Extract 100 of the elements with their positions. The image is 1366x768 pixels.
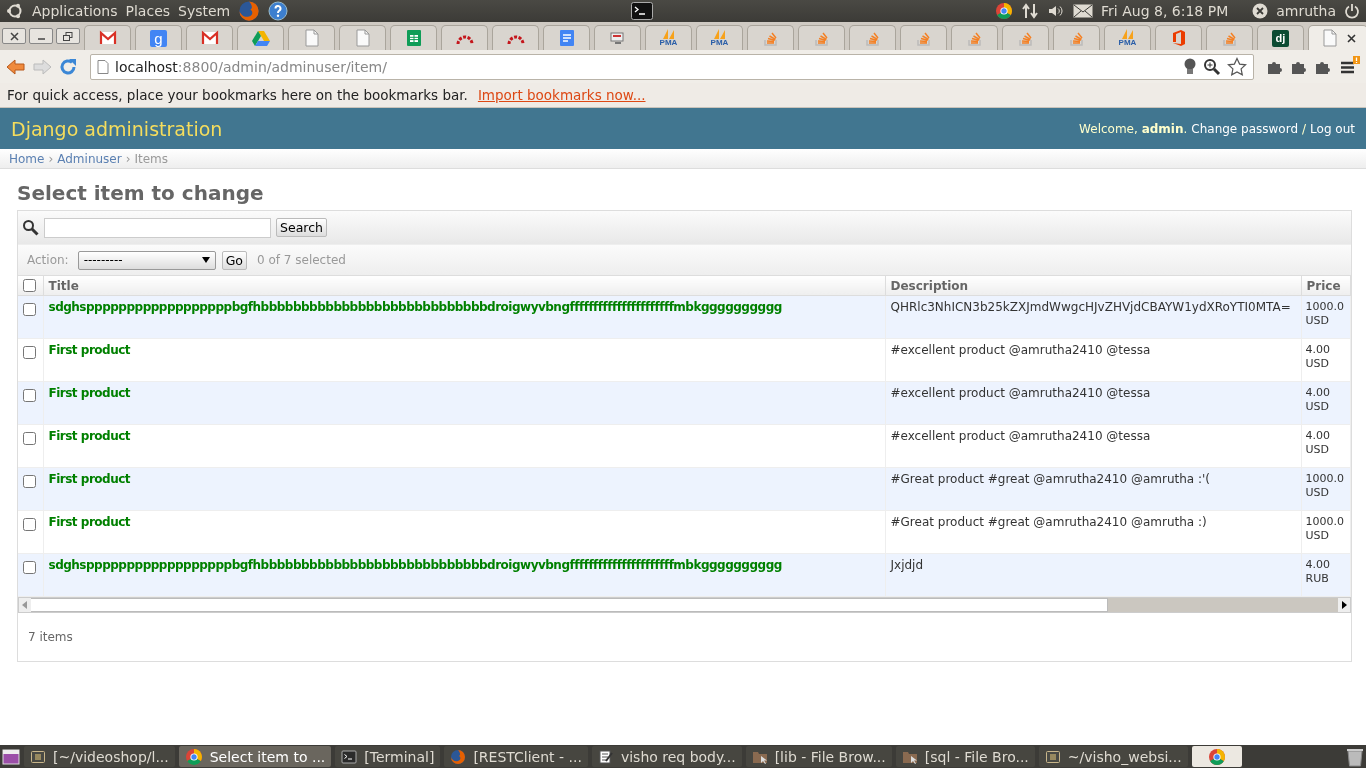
breadcrumb-link[interactable]: Adminuser (57, 151, 122, 166)
taskbar-button[interactable]: Select item to ... (178, 746, 332, 767)
browser-tab[interactable] (594, 25, 641, 50)
search-field[interactable] (44, 217, 271, 238)
taskbar-button[interactable]: [~/videoshop/l... (24, 746, 175, 767)
mail-icon[interactable] (1073, 4, 1094, 18)
row-checkbox[interactable] (23, 432, 36, 445)
taskbar-button[interactable]: visho req body... (591, 746, 742, 767)
terminal-icon[interactable] (630, 2, 653, 20)
go-button[interactable]: Go (221, 250, 247, 270)
price-value: 4.00 (1305, 386, 1331, 400)
change-password-link[interactable]: Change password (1191, 121, 1299, 136)
panel-menu[interactable]: Applications (32, 3, 118, 19)
search-icon (22, 219, 39, 236)
row-checkbox[interactable] (23, 561, 36, 574)
column-header[interactable]: Title (43, 276, 885, 296)
browser-tab[interactable]: dj (1257, 25, 1304, 50)
ubuntu-logo-icon[interactable] (6, 2, 24, 20)
browser-tab[interactable] (84, 25, 131, 50)
item-link[interactable]: First product (48, 343, 131, 357)
browser-tab[interactable] (390, 25, 437, 50)
table-cell: #excellent product @amrutha2410 @tessa (890, 343, 1151, 357)
close-button[interactable] (2, 28, 26, 44)
action-dropdown[interactable]: --------- (77, 250, 216, 270)
terminal-icon (341, 748, 358, 765)
item-link[interactable]: First product (48, 472, 131, 486)
taskbar-button[interactable]: ~/visho_websi... (1038, 746, 1188, 767)
clock[interactable]: Fri Aug 8, 6:18 PM (1101, 3, 1229, 19)
power-icon[interactable] (1344, 3, 1360, 19)
currency: RUB (1305, 572, 1330, 586)
panel-menu[interactable]: Places (125, 3, 171, 19)
browser-tab[interactable] (441, 25, 488, 50)
column-header[interactable]: Description (885, 276, 1301, 296)
trash-icon[interactable] (1346, 746, 1364, 767)
row-checkbox[interactable] (23, 475, 36, 488)
breadcrumb-separator: › (125, 151, 131, 166)
horizontal-scrollbar[interactable] (18, 597, 1351, 613)
table-cell: #Great product #great @amrutha2410 @amrutha :'( (890, 472, 1211, 486)
browser-tab[interactable] (1308, 25, 1366, 50)
browser-tab[interactable] (186, 25, 233, 50)
zoom-icon[interactable] (1203, 57, 1221, 76)
browser-tab[interactable] (492, 25, 539, 50)
browser-tab[interactable]: PMA (696, 25, 743, 50)
browser-tab[interactable] (543, 25, 590, 50)
triangle-icon (251, 29, 270, 47)
star-icon[interactable] (1227, 56, 1247, 77)
show-desktop-icon[interactable] (2, 747, 20, 766)
address-bar[interactable]: localhost:8800/admin/adminuser/item/ (90, 53, 1254, 80)
row-checkbox[interactable] (23, 346, 36, 359)
taskbar-button[interactable]: [RESTClient - ... (444, 746, 588, 767)
letter-icon: g (150, 29, 167, 47)
browser-tab[interactable] (1155, 25, 1202, 50)
panel-menu[interactable]: System (178, 3, 231, 19)
currency: USD (1305, 443, 1330, 457)
user-status-icon[interactable] (1252, 3, 1269, 19)
browser-tab[interactable]: PMA (1104, 25, 1151, 50)
network-icon[interactable] (1021, 2, 1040, 20)
back-icon[interactable] (6, 56, 26, 77)
select-all-checkbox[interactable] (23, 279, 36, 292)
chrome-icon (995, 2, 1014, 20)
letter-icon: dj (1272, 29, 1289, 47)
taskbar-button[interactable]: [Terminal] (335, 746, 441, 767)
taskbar-button[interactable]: [lib - File Brow... (745, 746, 892, 767)
page-heading: Select item to change (17, 181, 265, 205)
browser-tab[interactable]: PMA (645, 25, 692, 50)
page-icon (1320, 29, 1339, 47)
search-button[interactable]: Search (276, 218, 327, 237)
breadcrumb-link[interactable]: Home (9, 151, 45, 166)
globe-icon[interactable] (238, 0, 261, 22)
mail-icon (98, 29, 117, 47)
lightbulb-icon[interactable] (1183, 57, 1197, 76)
table-cell: #excellent product @amrutha2410 @tessa (890, 429, 1151, 443)
restore-button[interactable] (56, 28, 80, 44)
browser-tab[interactable]: g (135, 25, 182, 50)
import-bookmarks-link[interactable]: Import bookmarks now... (477, 87, 646, 103)
notepad-icon (597, 748, 614, 765)
editor-icon (1044, 748, 1061, 765)
document-icon (557, 29, 576, 47)
action-label: Action: (27, 253, 69, 267)
taskbar-button[interactable] (1191, 746, 1242, 767)
welcome-text: Welcome, admin. (1079, 121, 1188, 136)
row-checkbox[interactable] (23, 389, 36, 402)
reload-icon[interactable] (58, 56, 78, 77)
help-icon[interactable] (268, 1, 289, 21)
table-cell: Jxjdjd (890, 558, 924, 572)
log-out-link[interactable]: Log out (1310, 121, 1355, 136)
column-header[interactable]: Price (1301, 276, 1351, 296)
item-link[interactable]: First product (48, 429, 131, 443)
caret-icon (201, 257, 210, 263)
table-cell: #excellent product @amrutha2410 @tessa (890, 386, 1151, 400)
item-link[interactable]: First product (48, 515, 131, 529)
row-checkbox[interactable] (23, 303, 36, 316)
minimize-button[interactable] (29, 28, 53, 44)
item-link[interactable]: First product (48, 386, 131, 400)
browser-tab[interactable] (339, 25, 386, 50)
user-name[interactable]: amrutha (1276, 3, 1336, 19)
close-icon[interactable] (1346, 33, 1356, 43)
currency: USD (1305, 486, 1330, 500)
row-checkbox[interactable] (23, 518, 36, 531)
taskbar-button[interactable]: [sql - File Bro... (895, 746, 1035, 767)
